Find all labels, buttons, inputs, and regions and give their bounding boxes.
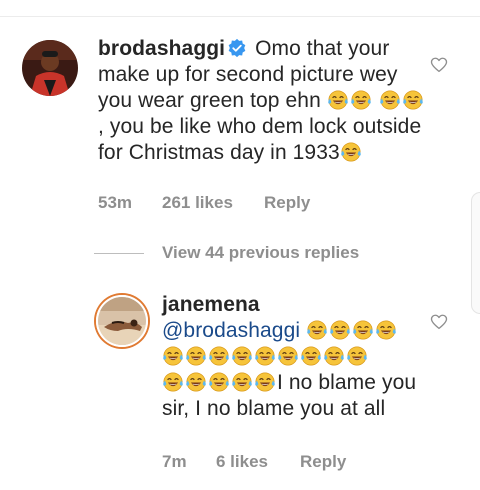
face-with-tears-of-joy-icon xyxy=(254,372,276,392)
top-divider xyxy=(0,16,480,17)
heart-outline-icon[interactable] xyxy=(430,56,448,74)
reply-username[interactable]: janemena xyxy=(162,293,260,316)
face-with-tears-of-joy-icon xyxy=(323,346,345,366)
face-with-tears-of-joy-icon xyxy=(346,346,368,366)
face-with-tears-of-joy-icon xyxy=(185,346,207,366)
comment-likes-count[interactable]: 261 likes xyxy=(162,193,264,213)
reply-button[interactable]: Reply xyxy=(300,452,346,472)
mention-link[interactable]: @brodashaggi xyxy=(162,319,300,342)
face-with-tears-of-joy-icon xyxy=(350,90,372,110)
view-previous-replies-label[interactable]: View 44 previous replies xyxy=(162,243,359,262)
face-with-tears-of-joy-icon xyxy=(162,346,184,366)
reply-button[interactable]: Reply xyxy=(264,193,310,213)
reply-likes-count[interactable]: 6 likes xyxy=(216,452,300,472)
comment-text-part: , you be like who dem lock outside for C… xyxy=(98,115,422,164)
view-previous-replies[interactable]: View 44 previous replies xyxy=(94,243,359,263)
face-with-tears-of-joy-icon xyxy=(162,372,184,392)
comment-timestamp: 53m xyxy=(98,193,133,212)
face-with-tears-of-joy-icon xyxy=(402,90,424,110)
face-with-tears-of-joy-icon xyxy=(208,346,230,366)
face-with-tears-of-joy-icon xyxy=(231,346,253,366)
face-with-tears-of-joy-icon xyxy=(231,372,253,392)
comment-meta: 53m 261 likes Reply xyxy=(98,193,310,213)
face-with-tears-of-joy-icon xyxy=(277,346,299,366)
comment-username[interactable]: brodashaggi xyxy=(98,37,225,60)
avatar[interactable] xyxy=(96,295,148,347)
face-with-tears-of-joy-icon xyxy=(208,372,230,392)
face-with-tears-of-joy-icon xyxy=(254,346,276,366)
face-with-tears-of-joy-icon xyxy=(352,320,374,340)
face-with-tears-of-joy-icon xyxy=(185,372,207,392)
face-with-tears-of-joy-icon xyxy=(375,320,397,340)
verified-badge-icon xyxy=(228,38,246,58)
edge-panel-handle[interactable] xyxy=(471,192,480,314)
comment-body: brodashaggi Omo that your make up for se… xyxy=(98,36,428,166)
face-with-tears-of-joy-icon xyxy=(306,320,328,340)
face-with-tears-of-joy-icon xyxy=(340,142,362,162)
reply-timestamp: 7m xyxy=(162,452,187,471)
avatar[interactable] xyxy=(22,40,78,96)
heart-outline-icon[interactable] xyxy=(430,313,448,331)
face-with-tears-of-joy-icon xyxy=(379,90,401,110)
replies-divider-line xyxy=(94,252,144,254)
face-with-tears-of-joy-icon xyxy=(300,346,322,366)
reply-body: janemena @brodashaggi I no blame you sir… xyxy=(162,292,432,422)
face-with-tears-of-joy-icon xyxy=(327,90,349,110)
reply-meta: 7m 6 likes Reply xyxy=(162,452,346,472)
face-with-tears-of-joy-icon xyxy=(329,320,351,340)
